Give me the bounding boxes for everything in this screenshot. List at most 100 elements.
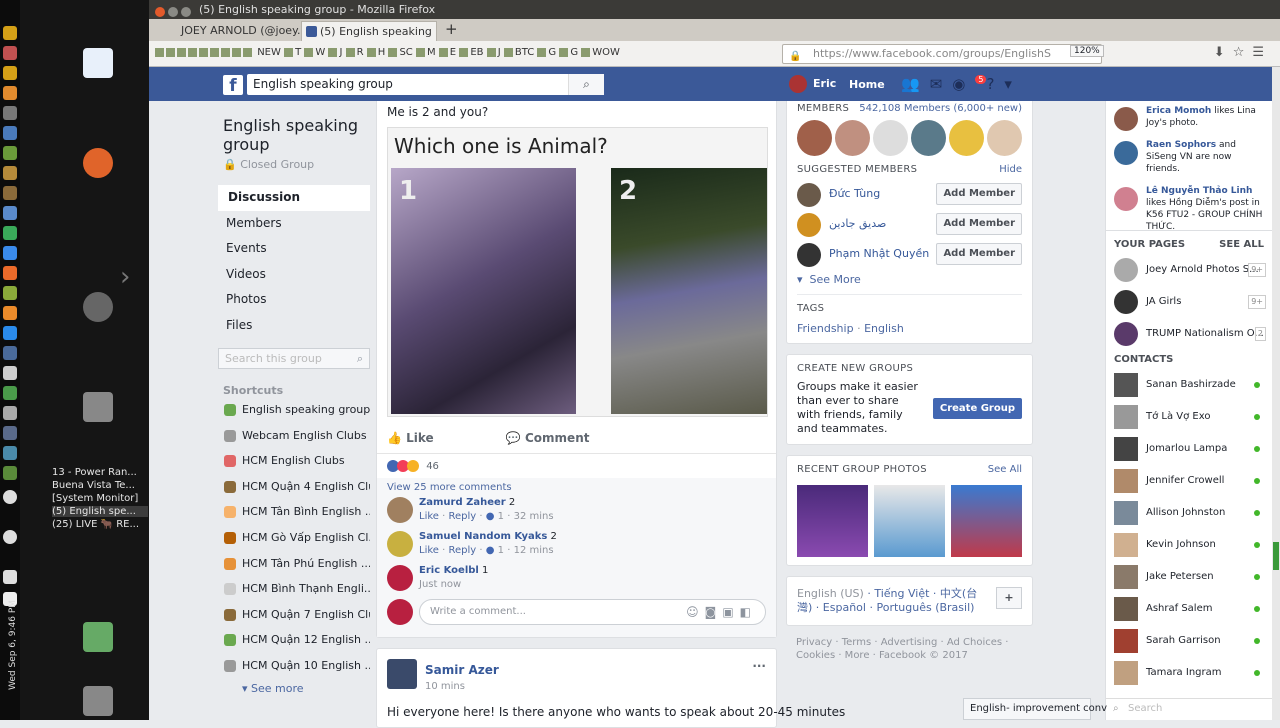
app-icon[interactable] — [3, 106, 17, 120]
comment-button[interactable]: 💬 Comment — [506, 431, 624, 445]
bookmark-item[interactable]: T — [295, 47, 301, 58]
nav-files[interactable]: Files — [218, 313, 370, 339]
post-options-icon[interactable]: ··· — [752, 659, 766, 673]
app-icon[interactable] — [3, 366, 17, 380]
bookmark-item[interactable]: G — [548, 47, 556, 58]
members-count[interactable]: 542,108 Members (6,000+ new) — [859, 103, 1022, 114]
app-icon[interactable] — [3, 386, 17, 400]
avatar[interactable] — [911, 120, 946, 156]
browser-tab[interactable]: JOEY ARNOLD (@joey... — [163, 21, 303, 41]
app-icon[interactable] — [3, 166, 17, 180]
avatar[interactable] — [387, 531, 413, 557]
add-member-button[interactable]: Add Member — [936, 213, 1022, 235]
shortcut-item[interactable]: Webcam English Clubs — [218, 423, 370, 449]
group-photo[interactable] — [874, 485, 945, 557]
settings-icon[interactable] — [83, 292, 113, 322]
app-icon[interactable] — [3, 326, 17, 340]
group-photo[interactable] — [951, 485, 1022, 557]
bookmark-item[interactable]: E — [450, 47, 456, 58]
app-icon[interactable] — [3, 246, 17, 260]
close-window-icon[interactable] — [155, 7, 165, 17]
download-icon[interactable]: ⬇ — [1214, 45, 1233, 60]
fb-search-input[interactable]: English speaking group ⌕ — [247, 74, 604, 95]
zoom-level[interactable]: 120% — [1070, 45, 1104, 57]
group-name[interactable]: English speaking group — [218, 116, 370, 154]
emoji-icon[interactable]: ☺ — [686, 605, 705, 619]
create-group-button[interactable]: Create Group — [932, 397, 1022, 419]
search-icon[interactable]: ⌕ — [568, 74, 604, 95]
language-link[interactable]: Tiếng Việt — [874, 587, 929, 600]
comment-reply-link[interactable]: Reply — [448, 545, 476, 556]
shortcut-item[interactable]: HCM Tân Bình English ... — [218, 499, 370, 525]
bookmark-item[interactable]: J — [498, 47, 501, 58]
bookmark-item[interactable]: M — [427, 47, 436, 58]
chat-search-input[interactable]: ⌕ Search — [1106, 698, 1272, 720]
window-item[interactable]: 13 - Power Ran... — [52, 467, 148, 478]
bookmark-item[interactable]: SC — [399, 47, 412, 58]
bitcoin-icon[interactable] — [3, 26, 17, 40]
chat-tab[interactable]: English- improvement conv — [963, 698, 1107, 720]
see-more-members[interactable]: ▾ See More — [797, 273, 1022, 286]
post-author[interactable]: Samir Azer — [425, 663, 499, 677]
window-item[interactable]: Buena Vista Te... — [52, 480, 148, 491]
comment-input[interactable]: Write a comment... ☺◙▣◧ — [419, 599, 766, 625]
comment-like-link[interactable]: Like — [419, 511, 439, 522]
avatar[interactable] — [797, 120, 832, 156]
maximize-icon[interactable] — [181, 7, 191, 17]
app-icon[interactable] — [3, 46, 17, 60]
shortcut-item[interactable]: HCM Quận 10 English ... — [218, 653, 370, 679]
bookmark-item[interactable]: H — [378, 47, 386, 58]
app-icon[interactable] — [3, 306, 17, 320]
home-link[interactable]: Home — [849, 78, 885, 91]
avatar[interactable] — [797, 213, 821, 237]
ticker-item[interactable]: Lê Nguyễn Thảo Linh likes Hồng Diễm's po… — [1114, 185, 1264, 230]
footer-links[interactable]: Privacy · Terms · Advertising · Ad Choic… — [786, 636, 1033, 662]
member-name[interactable]: صديق جادين — [829, 217, 886, 230]
comment-author[interactable]: Samuel Nandom Kyaks — [419, 531, 547, 542]
avatar[interactable] — [835, 120, 870, 156]
like-button[interactable]: 👍 Like — [387, 431, 468, 445]
user-icon[interactable] — [83, 622, 113, 652]
shortcut-item[interactable]: HCM Quận 12 English ... — [218, 627, 370, 653]
chevron-right-icon[interactable]: › — [120, 262, 150, 292]
view-more-comments[interactable]: View 25 more comments — [387, 482, 766, 493]
shortcut-item[interactable]: HCM Tân Phú English ... — [218, 551, 370, 577]
star-icon[interactable]: ☆ — [1233, 45, 1253, 60]
window-item[interactable]: (5) English spe... — [52, 506, 148, 517]
page-scrollbar[interactable] — [1272, 67, 1280, 720]
firefox-icon[interactable] — [83, 148, 113, 178]
nav-members[interactable]: Members — [218, 211, 370, 237]
window-item[interactable]: [System Monitor] — [52, 493, 148, 504]
bookmark-item[interactable]: BTC — [515, 47, 534, 58]
shortcut-item[interactable]: HCM English Clubs — [218, 448, 370, 474]
app-icon[interactable] — [3, 346, 17, 360]
bitcoin-icon[interactable] — [3, 86, 17, 100]
contact-item[interactable]: Kevin Johnson — [1106, 529, 1272, 561]
help-icon[interactable]: ? — [986, 75, 1004, 93]
avatar[interactable] — [387, 497, 413, 523]
nav-discussion[interactable]: Discussion — [218, 185, 370, 211]
avatar[interactable] — [949, 120, 984, 156]
contact-item[interactable]: Sarah Garrison — [1106, 625, 1272, 657]
bookmark-item[interactable]: NEW — [257, 47, 281, 58]
minimize-icon[interactable] — [168, 7, 178, 17]
avatar[interactable] — [387, 565, 413, 591]
member-name[interactable]: Đức Tùng — [829, 187, 880, 200]
bookmark-item[interactable]: W — [315, 47, 325, 58]
avatar[interactable] — [797, 183, 821, 207]
wifi-icon[interactable] — [3, 530, 17, 544]
browser-tab-active[interactable]: (5) English speaking gr... — [301, 21, 437, 41]
app-icon[interactable] — [3, 66, 17, 80]
contact-item[interactable]: Allison Johnston — [1106, 497, 1272, 529]
app-icon[interactable] — [3, 146, 17, 160]
post-image[interactable]: Which one is Animal? 1 2 — [387, 127, 768, 417]
globe-icon[interactable]: ◉ 5 — [952, 75, 987, 93]
bookmark-item[interactable]: R — [357, 47, 364, 58]
group-search-input[interactable]: Search this group ⌕ — [218, 348, 370, 369]
post-time[interactable]: 10 mins — [425, 681, 465, 692]
camera-icon[interactable]: ◙ — [705, 605, 723, 619]
add-member-button[interactable]: Add Member — [936, 243, 1022, 265]
app-icon[interactable] — [3, 406, 17, 420]
bluetooth-icon[interactable] — [3, 490, 17, 504]
hide-link[interactable]: Hide — [999, 164, 1022, 175]
